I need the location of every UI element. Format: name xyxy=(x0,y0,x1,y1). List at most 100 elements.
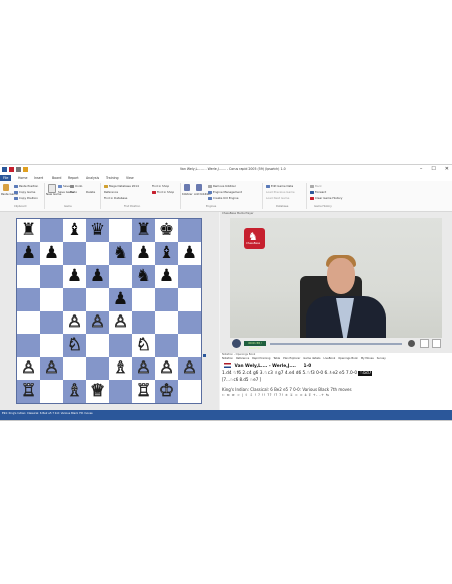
black-piece[interactable]: ♟ xyxy=(44,245,59,262)
square-b6[interactable] xyxy=(40,265,63,288)
white-piece[interactable]: ♕ xyxy=(89,382,105,400)
save-button[interactable]: Save xyxy=(58,184,70,188)
square-f2[interactable]: ♙ xyxy=(132,357,155,380)
square-a4[interactable] xyxy=(17,311,40,334)
white-piece[interactable]: ♘ xyxy=(135,336,151,354)
square-h7[interactable]: ♟ xyxy=(178,242,201,265)
black-piece[interactable]: ♟ xyxy=(90,268,105,285)
square-h1[interactable] xyxy=(178,380,201,403)
play-button[interactable] xyxy=(232,339,241,348)
square-f4[interactable] xyxy=(132,311,155,334)
square-c3[interactable]: ♘ xyxy=(63,334,86,357)
load-next-game-button[interactable]: Load Next Game xyxy=(266,196,289,200)
undo-icon[interactable] xyxy=(16,167,21,172)
white-piece[interactable]: ♖ xyxy=(20,382,36,400)
white-piece[interactable]: ♙ xyxy=(43,359,59,377)
black-piece[interactable]: ♟ xyxy=(113,291,128,308)
save-icon[interactable] xyxy=(9,167,14,172)
clear-game-history-button[interactable]: Clear Game History xyxy=(310,196,342,200)
square-a3[interactable] xyxy=(17,334,40,357)
notation-tab[interactable]: LiveBook xyxy=(323,357,335,360)
back-button[interactable]: Back xyxy=(310,184,322,188)
white-piece[interactable]: ♖ xyxy=(135,382,151,400)
notation-tab[interactable]: Table xyxy=(273,357,280,360)
black-piece[interactable]: ♟ xyxy=(67,268,82,285)
white-piece[interactable]: ♙ xyxy=(112,313,128,331)
square-h6[interactable] xyxy=(178,265,201,288)
redo-icon[interactable] xyxy=(23,167,28,172)
current-move[interactable]: ♘bd7 xyxy=(358,371,373,376)
square-d2[interactable] xyxy=(86,357,109,380)
black-piece[interactable]: ♞ xyxy=(113,245,128,262)
white-piece[interactable]: ♔ xyxy=(158,382,174,400)
square-d1[interactable]: ♕ xyxy=(86,380,109,403)
square-h2[interactable]: ♙ xyxy=(178,357,201,380)
minimize-button[interactable]: – xyxy=(420,166,423,172)
remove-kibitzer-button[interactable]: Remove Kibitzer xyxy=(208,184,236,188)
white-piece[interactable]: ♙ xyxy=(20,359,36,377)
find-in-shop-secondary-button[interactable]: Find in Shop xyxy=(152,190,174,194)
square-e8[interactable] xyxy=(109,219,132,242)
square-d7[interactable] xyxy=(86,242,109,265)
white-piece[interactable]: ♙ xyxy=(89,313,105,331)
square-f7[interactable]: ♟ xyxy=(132,242,155,265)
square-e5[interactable]: ♟ xyxy=(109,288,132,311)
square-h8[interactable] xyxy=(178,219,201,242)
black-piece[interactable]: ♟ xyxy=(182,245,197,262)
square-h3[interactable] xyxy=(178,334,201,357)
square-a7[interactable]: ♟ xyxy=(17,242,40,265)
square-g5[interactable] xyxy=(155,288,178,311)
kibitzer-button[interactable]: Kibitzer xyxy=(182,192,193,196)
square-d5[interactable] xyxy=(86,288,109,311)
white-piece[interactable]: ♙ xyxy=(181,359,197,377)
kibitzer-icon[interactable] xyxy=(184,184,190,191)
black-piece[interactable]: ♟ xyxy=(159,268,174,285)
square-f3[interactable]: ♘ xyxy=(132,334,155,357)
notation-tab[interactable]: Game details xyxy=(303,357,320,360)
square-g3[interactable] xyxy=(155,334,178,357)
square-a6[interactable] xyxy=(17,265,40,288)
fullscreen-button[interactable] xyxy=(420,339,429,348)
copy-position-button[interactable]: Copy Position xyxy=(14,196,38,200)
square-f5[interactable] xyxy=(132,288,155,311)
white-piece[interactable]: ♙ xyxy=(135,359,151,377)
volume-icon[interactable] xyxy=(408,340,415,347)
undo-button[interactable]: Undo xyxy=(70,184,82,188)
square-e1[interactable] xyxy=(109,380,132,403)
black-piece[interactable]: ♚ xyxy=(159,222,174,239)
square-b5[interactable] xyxy=(40,288,63,311)
square-c4[interactable]: ♙ xyxy=(63,311,86,334)
square-f1[interactable]: ♖ xyxy=(132,380,155,403)
white-piece[interactable]: ♗ xyxy=(112,359,128,377)
square-e3[interactable] xyxy=(109,334,132,357)
video-frame[interactable]: ♞ ChessBase xyxy=(230,218,442,338)
black-piece[interactable]: ♜ xyxy=(136,222,151,239)
redo-button[interactable]: Redo xyxy=(70,190,77,194)
move-list[interactable]: 1.d4 ♘f6 2.c4 g6 3.♘c3 ♗g7 4.e4 d6 5.♘f3… xyxy=(222,371,444,384)
square-h5[interactable] xyxy=(178,288,201,311)
edit-game-data-button[interactable]: Edit Game Data xyxy=(266,184,293,188)
square-b4[interactable] xyxy=(40,311,63,334)
load-previous-game-button[interactable]: Load Previous Game xyxy=(266,190,295,194)
white-piece[interactable]: ♙ xyxy=(66,313,82,331)
copy-game-button[interactable]: Copy Game xyxy=(14,190,35,194)
square-e4[interactable]: ♙ xyxy=(109,311,132,334)
variation-line[interactable]: [7...♘c6 8.d5 ♘e7 ] xyxy=(222,377,261,382)
square-g6[interactable]: ♟ xyxy=(155,265,178,288)
white-piece[interactable]: ♙ xyxy=(158,359,174,377)
square-d8[interactable]: ♛ xyxy=(86,219,109,242)
notation-tab[interactable]: Survey xyxy=(377,357,386,360)
notation-tab[interactable]: Openings Book xyxy=(338,357,358,360)
maximize-button[interactable]: ☐ xyxy=(431,166,435,172)
square-c1[interactable]: ♗ xyxy=(63,380,86,403)
black-piece[interactable]: ♟ xyxy=(21,245,36,262)
paste-position-button[interactable]: Paste Position xyxy=(14,184,38,188)
square-b2[interactable]: ♙ xyxy=(40,357,63,380)
square-g7[interactable]: ♝ xyxy=(155,242,178,265)
notation-tab[interactable]: Notation xyxy=(222,357,233,360)
black-piece[interactable]: ♝ xyxy=(159,245,174,262)
square-g4[interactable] xyxy=(155,311,178,334)
square-g1[interactable]: ♔ xyxy=(155,380,178,403)
create-uci-engine-button[interactable]: Create UCI Engine xyxy=(208,196,238,200)
notation-tab[interactable]: Plan Explorer xyxy=(283,357,300,360)
